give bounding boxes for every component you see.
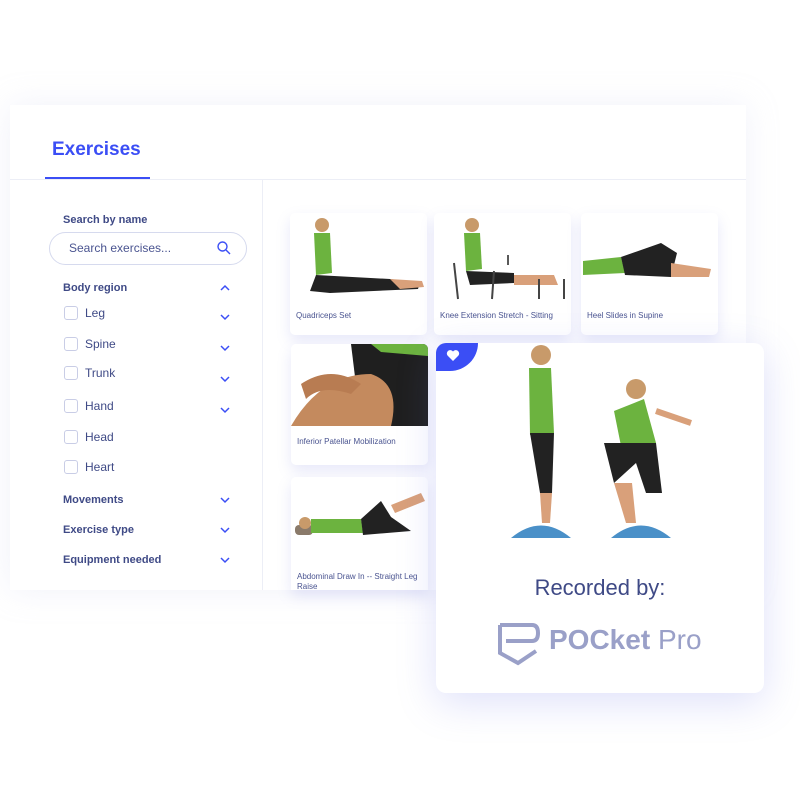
search-icon[interactable]	[216, 240, 232, 256]
featured-exercise-card[interactable]: Recorded by: POCket Pro	[436, 343, 764, 693]
checkbox-label: Leg	[85, 306, 106, 320]
brand-name: POCket Pro	[549, 624, 702, 655]
checkbox-label: Spine	[85, 337, 116, 351]
tab-exercises[interactable]: Exercises	[52, 139, 141, 161]
chevron-down-icon[interactable]	[219, 406, 231, 414]
exercise-image	[291, 477, 428, 565]
checkbox-hand[interactable]	[64, 399, 78, 413]
favorite-badge[interactable]	[436, 343, 478, 371]
movements-header[interactable]: Movements	[63, 494, 124, 506]
checkbox-label: Head	[85, 430, 114, 444]
exercise-image	[581, 213, 718, 301]
checkbox-leg[interactable]	[64, 306, 78, 320]
body-region-header[interactable]: Body region	[63, 282, 127, 294]
exercise-image	[511, 345, 692, 538]
divider	[10, 179, 746, 180]
chevron-down-icon[interactable]	[219, 375, 231, 383]
exercise-title: Inferior Patellar Mobilization	[297, 437, 396, 446]
exercise-image	[291, 344, 428, 426]
exercise-title: Knee Extension Stretch - Sitting	[440, 311, 553, 320]
checkbox-label: Trunk	[85, 366, 116, 380]
exercise-title: Quadriceps Set	[296, 311, 352, 320]
search-label: Search by name	[63, 214, 148, 226]
checkbox-label: Heart	[85, 460, 115, 474]
exercise-title: Heel Slides in Supine	[587, 311, 664, 320]
checkbox-head[interactable]	[64, 430, 78, 444]
exercise-type-header[interactable]: Exercise type	[63, 524, 134, 536]
chevron-down-icon[interactable]	[219, 526, 231, 534]
chevron-down-icon[interactable]	[219, 556, 231, 564]
heart-icon[interactable]	[446, 349, 460, 362]
exercise-card[interactable]: Heel Slides in Supine	[581, 213, 718, 335]
search-input[interactable]	[69, 241, 219, 255]
chevron-down-icon[interactable]	[219, 344, 231, 352]
checkbox-heart[interactable]	[64, 460, 78, 474]
exercise-card[interactable]: Knee Extension Stretch - Sitting	[434, 213, 571, 335]
divider	[262, 180, 263, 590]
checkbox-label: Hand	[85, 399, 114, 413]
exercise-card[interactable]: Abdominal Draw In -- Straight Leg Raise	[291, 477, 428, 590]
chevron-up-icon[interactable]	[219, 284, 231, 292]
exercise-card[interactable]: Inferior Patellar Mobilization	[291, 344, 428, 465]
exercise-image	[434, 213, 571, 301]
recorded-by-label: Recorded by:	[534, 575, 666, 600]
checkbox-trunk[interactable]	[64, 366, 78, 380]
exercise-card[interactable]: Quadriceps Set	[290, 213, 427, 335]
exercise-image	[290, 213, 427, 301]
checkbox-spine[interactable]	[64, 337, 78, 351]
exercise-title: Abdominal Draw In -- Straight Leg Raise	[297, 572, 418, 590]
chevron-down-icon[interactable]	[219, 496, 231, 504]
chevron-down-icon[interactable]	[219, 313, 231, 321]
equipment-header[interactable]: Equipment needed	[63, 554, 161, 566]
